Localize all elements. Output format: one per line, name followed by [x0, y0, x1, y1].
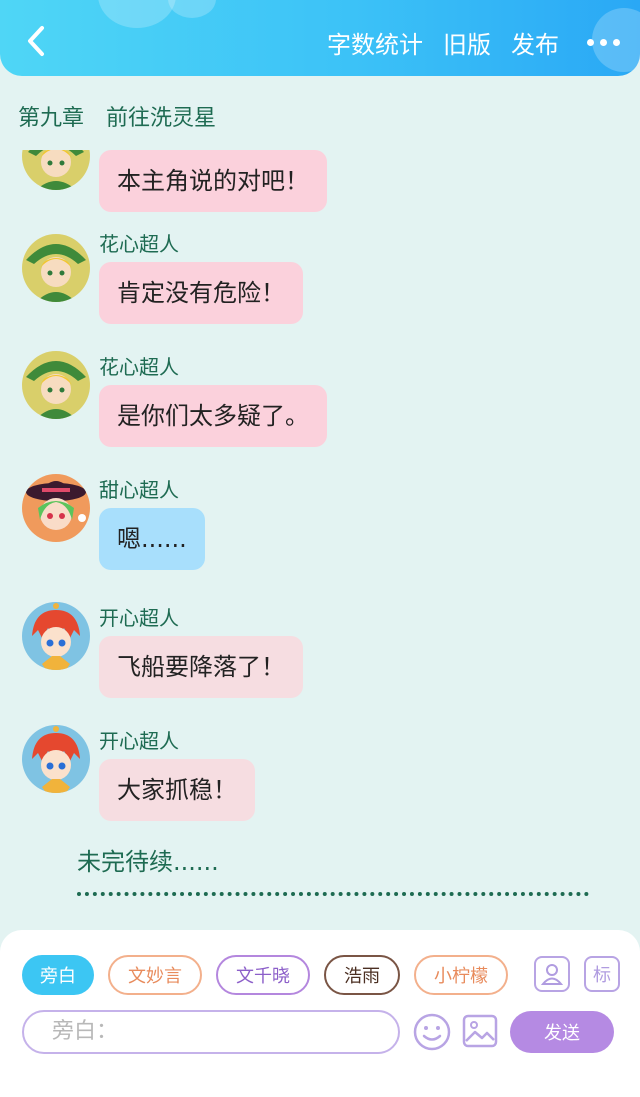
green-hat-boy-avatar[interactable]	[22, 234, 90, 302]
green-hat-boy-avatar[interactable]	[22, 351, 90, 419]
chapter-number: 第九章	[18, 106, 85, 131]
chevron-left-icon	[28, 26, 44, 56]
role-selector: 旁白 文妙言 文千晓 浩雨 小柠檬	[22, 955, 508, 995]
sender-name: 花心超人	[99, 232, 179, 256]
mark-button[interactable]: 标	[584, 956, 620, 992]
message-bubble[interactable]: 本主角说的对吧！	[99, 150, 327, 212]
smiley-icon[interactable]	[412, 1012, 452, 1052]
send-button[interactable]: 发送	[510, 1011, 614, 1053]
message-bubble[interactable]: 肯定没有危险！	[99, 262, 303, 324]
message-input[interactable]: 旁白：	[22, 1010, 400, 1054]
sender-name: 开心超人	[99, 606, 179, 630]
role-chip-xiao-ningmeng[interactable]: 小柠檬	[414, 955, 508, 995]
dotted-divider	[77, 892, 589, 896]
sender-name: 甜心超人	[99, 478, 179, 502]
old-version-button[interactable]: 旧版	[443, 25, 491, 60]
publish-button[interactable]: 发布	[511, 25, 559, 60]
role-chip-wen-miaoyan[interactable]: 文妙言	[108, 955, 202, 995]
composer-panel: 旁白 文妙言 文千晓 浩雨 小柠檬 标 旁白： 发送	[0, 930, 640, 1097]
role-chip-wen-qianxiao[interactable]: 文千晓	[216, 955, 310, 995]
back-button[interactable]	[22, 22, 52, 60]
person-card-icon[interactable]	[534, 956, 570, 992]
chapter-name: 前往洗灵星	[106, 106, 217, 131]
decor-bubble	[168, 0, 216, 18]
message-bubble[interactable]: 飞船要降落了！	[99, 636, 303, 698]
more-dots-icon[interactable]	[587, 38, 620, 46]
witch-hat-girl-avatar[interactable]	[22, 474, 90, 542]
chat-area[interactable]: 本主角说的对吧！ 花心超人 肯定没有危险！ 花心超人 是你们太多疑了。 甜心超人…	[0, 150, 640, 930]
top-nav-bar: 字数统计 旧版 发布	[0, 0, 640, 76]
decor-bubble	[98, 0, 176, 28]
image-icon[interactable]	[462, 1013, 498, 1049]
role-chip-narration[interactable]: 旁白	[22, 955, 94, 995]
message-bubble[interactable]: 嗯......	[99, 508, 205, 570]
role-chip-haoyu[interactable]: 浩雨	[324, 955, 400, 995]
chapter-title: 第九章 前往洗灵星	[18, 100, 216, 132]
word-count-button[interactable]: 字数统计	[327, 25, 423, 60]
narration-text[interactable]: 未完待续......	[77, 842, 219, 877]
message-bubble[interactable]: 是你们太多疑了。	[99, 385, 327, 447]
sender-name: 开心超人	[99, 729, 179, 753]
sender-name: 花心超人	[99, 355, 179, 379]
red-hair-boy-avatar[interactable]	[22, 602, 90, 670]
red-hair-boy-avatar[interactable]	[22, 725, 90, 793]
message-bubble[interactable]: 大家抓稳！	[99, 759, 255, 821]
green-hat-boy-avatar[interactable]	[22, 150, 90, 190]
